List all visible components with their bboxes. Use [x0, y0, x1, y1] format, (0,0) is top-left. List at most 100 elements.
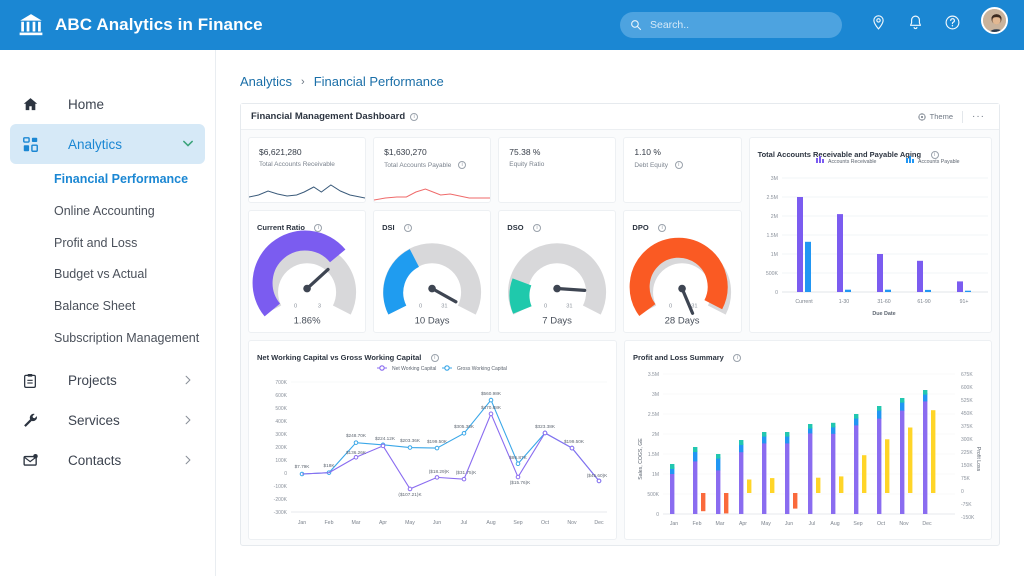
data-label: ($18.29)K [429, 469, 450, 474]
y-tick-label: -300K [274, 510, 288, 516]
gauge-card-dsi[interactable]: DSI i 0 31 10 Days [373, 210, 492, 333]
breadcrumb-parent[interactable]: Analytics [240, 74, 292, 89]
info-icon[interactable]: i [458, 161, 467, 169]
dashboard-panel: Financial Management Dashboard i Theme ·… [240, 103, 1000, 546]
bar-ap-1-30 [844, 289, 851, 292]
sidebar-item-analytics[interactable]: Analytics [10, 124, 205, 164]
dashboard-body: $6,621,280 Total Accounts Receivable $1,… [241, 130, 999, 547]
bar-ge [762, 432, 767, 437]
x-tick-label: 61-90 [917, 299, 930, 305]
x-tick-label: Feb [325, 520, 334, 526]
info-icon[interactable]: i [674, 161, 683, 169]
info-icon[interactable]: i [410, 112, 419, 121]
bar-cogs [693, 460, 698, 514]
x-tick-label: Current [795, 299, 813, 305]
search-input[interactable] [650, 19, 832, 31]
theme-button[interactable]: Theme [918, 112, 962, 121]
data-label: $199.50K [564, 439, 585, 444]
y-tick-label: 0 [284, 471, 287, 477]
y-tick-label-right: 0 [961, 489, 964, 495]
bar-profit [747, 479, 752, 493]
bar-profit [885, 439, 890, 493]
brand-title: ABC Analytics in Finance [55, 15, 263, 34]
sidebar-item-services[interactable]: Services [10, 401, 205, 441]
bar-ge [923, 390, 928, 395]
chevron-right-icon[interactable] [185, 414, 191, 428]
y-tick-label: 1.5M [648, 452, 659, 458]
sidebar-subitem-profit-and-loss[interactable]: Profit and Loss [0, 228, 215, 260]
gauge-max-label: 3 [318, 304, 321, 310]
y-tick-label-right: -75K [961, 502, 972, 508]
chevron-right-icon[interactable] [185, 454, 191, 468]
chevron-down-icon[interactable] [183, 138, 193, 150]
gauge-card-current-ratio[interactable]: Current Ratio i 0 3 1.86% [248, 210, 367, 333]
working-capital-line-chart: Net Working Capital Gross Working Capita… [274, 365, 609, 526]
chart-card-profit-loss[interactable]: Profit and Loss Summary i Sales, COGS, G… [624, 340, 992, 540]
location-pin-icon[interactable] [870, 14, 887, 31]
breadcrumb-current[interactable]: Financial Performance [314, 74, 444, 89]
chart-card-working-capital[interactable]: Net Working Capital vs Gross Working Cap… [248, 340, 617, 540]
x-tick-label: Apr [739, 521, 747, 527]
y-tick-label: -200K [274, 497, 288, 503]
gauge-value-label: 7 Days [543, 316, 573, 327]
chevron-right-icon[interactable] [185, 374, 191, 388]
sidebar-subitem-subscription-management[interactable]: Subscription Management [0, 323, 215, 355]
bar-ge [808, 424, 813, 429]
gauge-min-label: 0 [544, 304, 547, 310]
y-tick-label: -100K [274, 484, 288, 490]
kpi-card-equity-ratio[interactable]: 75.38 % Equity Ratio [498, 137, 617, 203]
y-tick-label: 500K [765, 271, 778, 277]
gauge-min-label: 0 [419, 304, 422, 310]
bar-cogs [716, 470, 721, 514]
help-circle-icon[interactable] [944, 14, 961, 31]
sidebar-subitem-budget-vs-actual[interactable]: Budget vs Actual [0, 259, 215, 291]
bar-loss [793, 493, 798, 509]
chart-bars [796, 197, 971, 292]
kpi-label-text: Total Accounts Payable [384, 162, 452, 169]
data-label: $136.26K [346, 450, 367, 455]
sidebar-subitem-online-accounting[interactable]: Online Accounting [0, 196, 215, 228]
y-tick-label-right: 75K [961, 476, 971, 482]
x-tick-label: Nov [899, 521, 909, 527]
sidebar-subitem-balance-sheet[interactable]: Balance Sheet [0, 291, 215, 323]
kpi-value: $1,630,270 [384, 147, 427, 157]
profit-loss-bar-chart: Sales, COGS, GE Profit Loss 3.5M 3M 2.5M… [638, 372, 981, 527]
chart-card-aging[interactable]: Total Accounts Receivable and Payable Ag… [748, 137, 992, 333]
top-bar-actions [870, 7, 1008, 34]
page-title: Financial Management Dashboard [251, 111, 406, 122]
data-label: ($107.21)K [398, 492, 422, 497]
sidebar-subitem-financial-performance[interactable]: Financial Performance [0, 164, 215, 196]
gauge-card-dpo[interactable]: DPO i 0 31 28 Days [623, 210, 742, 333]
x-tick-label: Jan [298, 520, 306, 526]
y-tick-label: 500K [275, 406, 287, 412]
x-tick-label: 31-60 [877, 299, 890, 305]
y-tick-label: 2.5M [648, 412, 659, 418]
kpi-card-total-accounts-payable[interactable]: $1,630,270 Total Accounts Payable i [373, 137, 492, 203]
sidebar-item-home[interactable]: Home [10, 84, 205, 124]
more-options-button[interactable]: ··· [963, 111, 991, 122]
data-label: ($31.75)K [456, 470, 477, 475]
gauge-dsi: 0 31 10 Days [383, 243, 482, 327]
avatar[interactable] [981, 7, 1008, 34]
sidebar-item-contacts[interactable]: Contacts [10, 441, 205, 481]
bell-icon[interactable] [907, 14, 924, 31]
gauge-dpo: 0 31 28 Days [630, 237, 732, 327]
chart-legend: Accounts Receivable Accounts Payable [815, 156, 959, 165]
search-box[interactable] [620, 12, 842, 38]
brand[interactable]: ABC Analytics in Finance [0, 12, 263, 38]
kpi-card-total-accounts-receivable[interactable]: $6,621,280 Total Accounts Receivable [248, 137, 367, 203]
chart-bars [670, 390, 936, 514]
kpi-card-debt-equity[interactable]: 1.10 % Debt Equity i [623, 137, 742, 203]
x-tick-label: Apr [379, 520, 387, 526]
bar-cogs [831, 433, 836, 514]
kpi-label: Equity Ratio [509, 161, 545, 168]
x-tick-label: Dec [594, 520, 604, 526]
gauge-card-dso[interactable]: DSO i 0 31 7 Days [498, 210, 617, 333]
data-label: $199.50K [427, 439, 448, 444]
bar-ar-91plus [956, 281, 963, 292]
sidebar-item-projects[interactable]: Projects [10, 361, 205, 401]
y-axis-title-right: Profit Loss [975, 447, 981, 472]
data-label: $18K [324, 463, 336, 468]
chart-data-labels: $7.79K $18K $248.70K $136.26K $224.12K $… [295, 391, 609, 497]
